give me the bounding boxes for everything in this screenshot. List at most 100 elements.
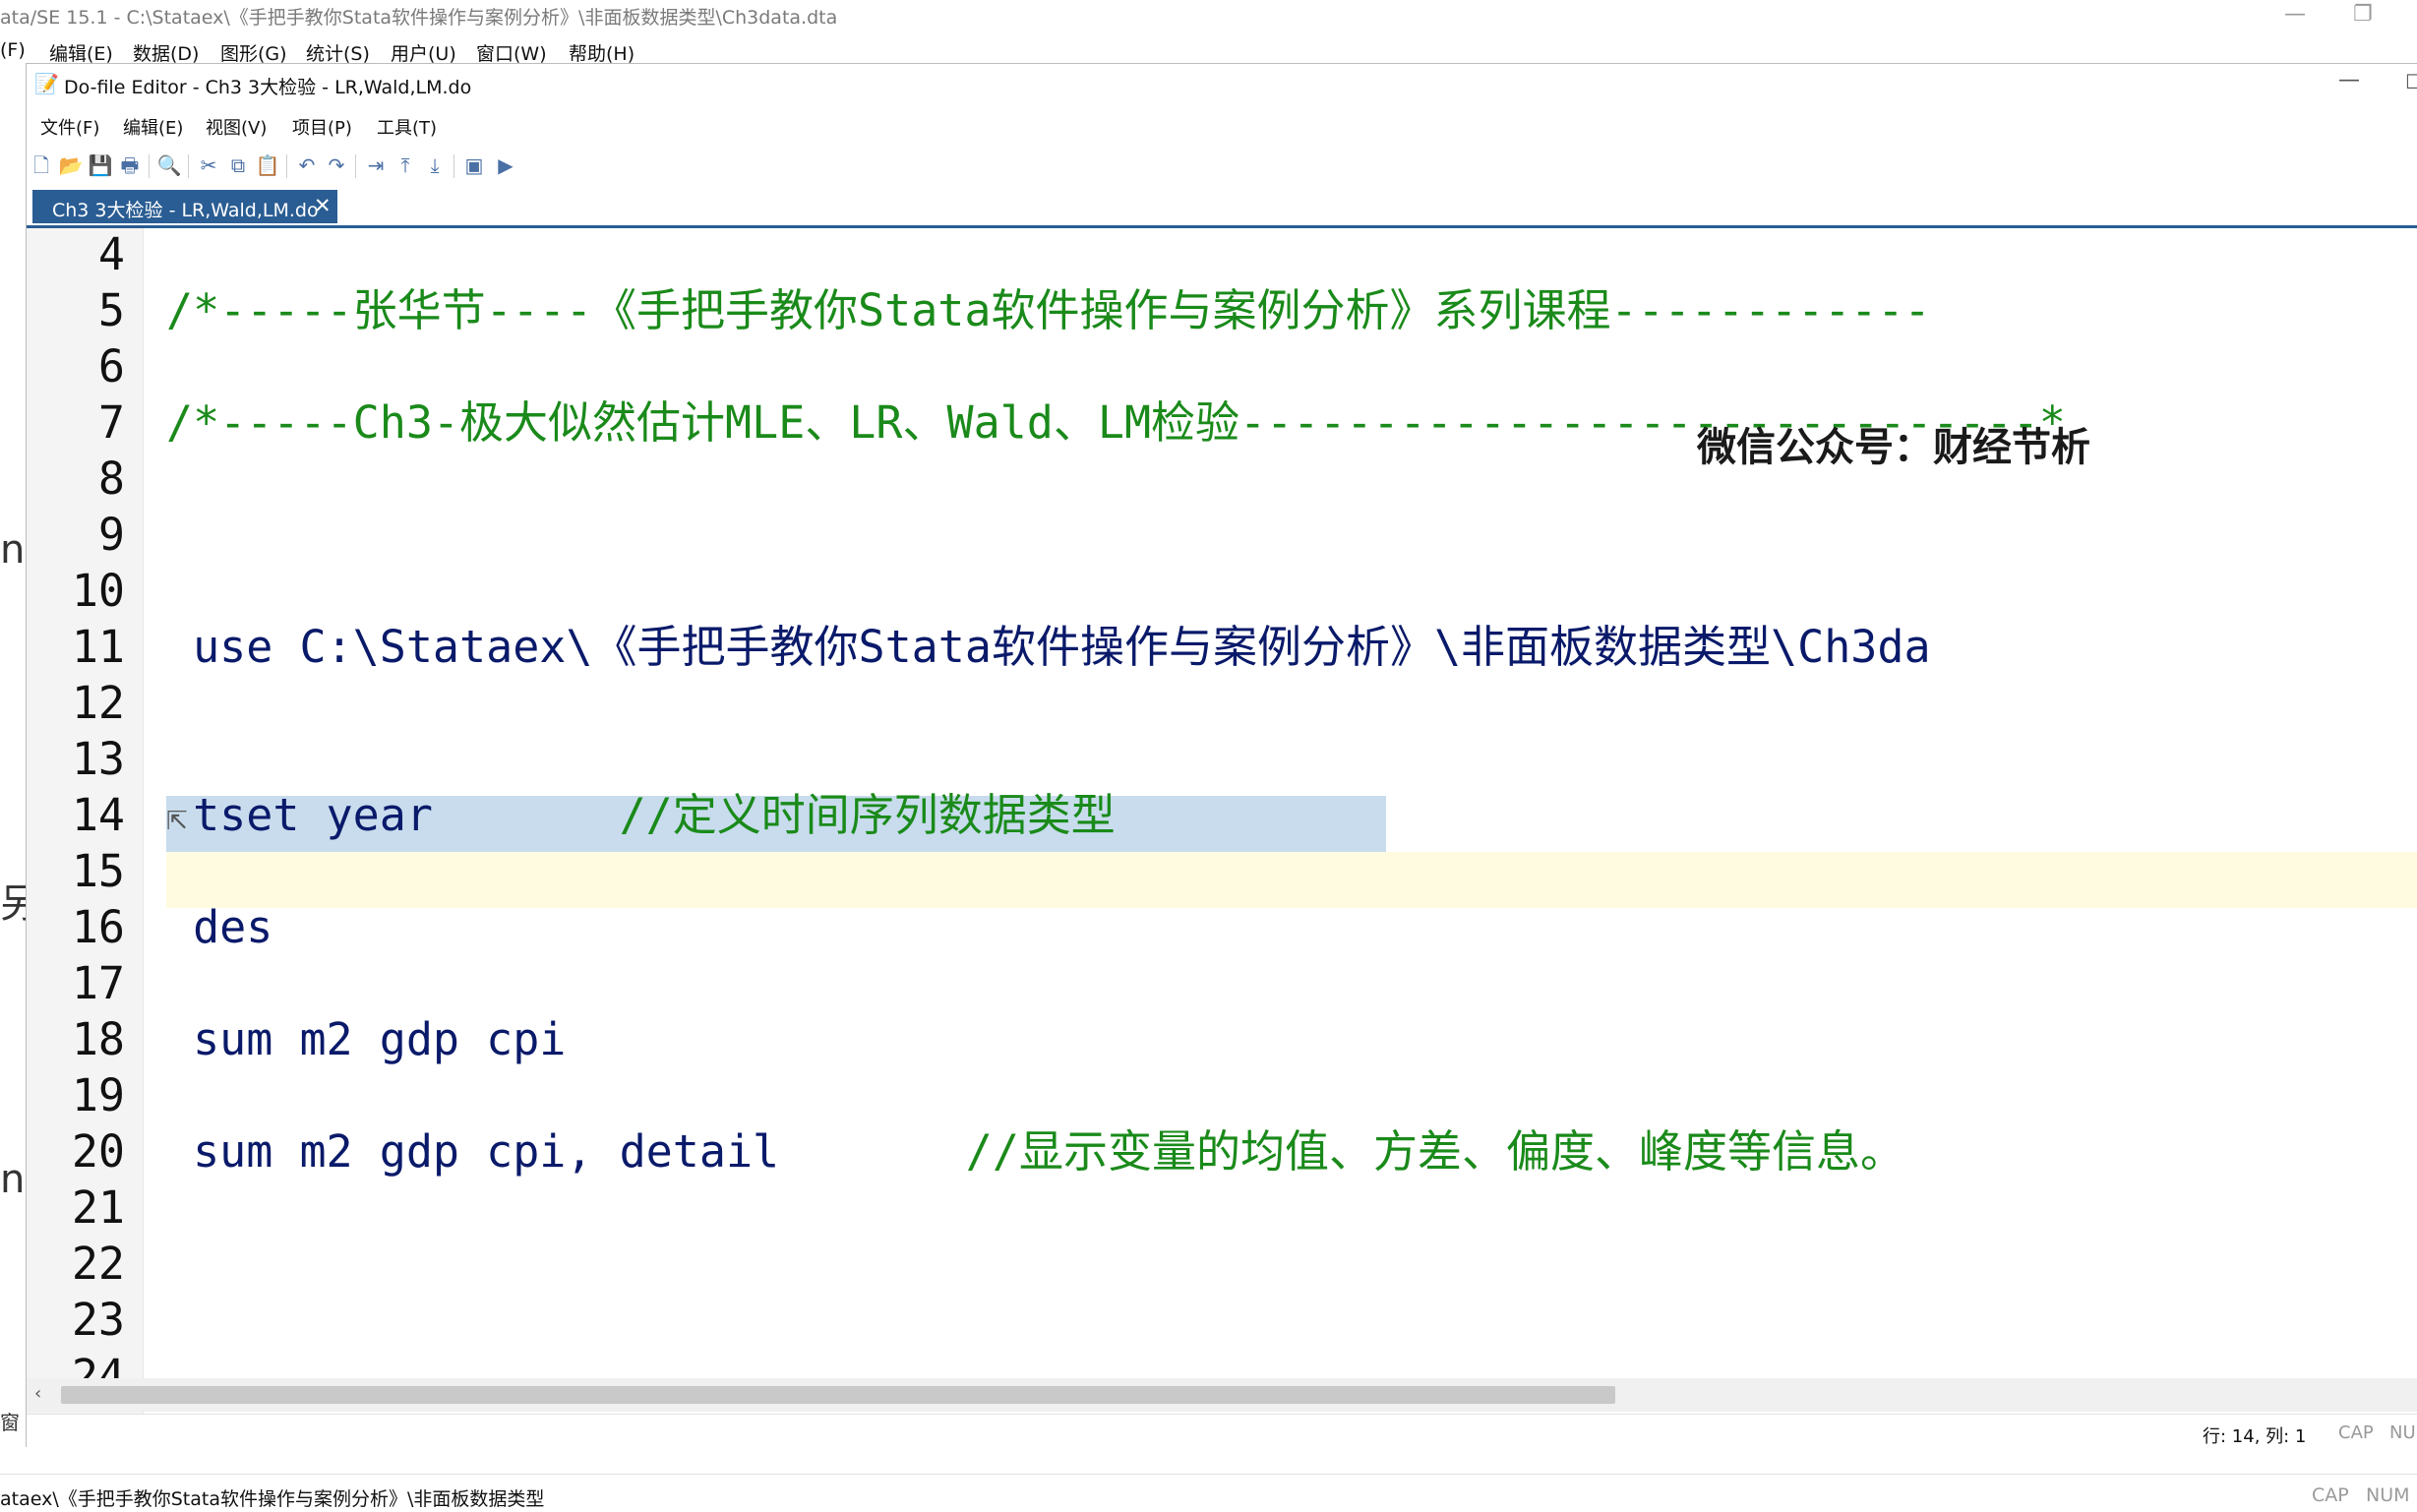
code-area[interactable]: /*-----张华节----《手把手教你Stata软件操作与案例分析》系列课程-… <box>143 228 2417 1445</box>
editor-body: 4 5 6 7 8 9 10 11 12 13 14 15 16 17 18 1… <box>27 228 2417 1445</box>
find-icon[interactable]: 🔍 <box>156 152 182 178</box>
menu-statistics[interactable]: 统计(S) <box>306 39 370 66</box>
save-icon[interactable]: 💾 <box>88 152 113 178</box>
comment-tset: //定义时间序列数据类型 <box>619 789 1116 841</box>
line-number: 12 <box>71 677 125 729</box>
code-line-sum-detail: sum m2 gdp cpi, detail //显示变量的均值、方差、偏度、峰… <box>166 1123 1904 1179</box>
move-bottom-icon[interactable]: ⤓ <box>422 152 448 178</box>
scroll-left-icon[interactable]: ‹ <box>34 1383 41 1404</box>
indent-icon[interactable]: ⇥ <box>363 152 389 178</box>
dofile-icon: 📝 <box>34 72 59 95</box>
line-number: 18 <box>71 1013 125 1065</box>
line-number: 14 <box>71 789 125 841</box>
line-number: 5 <box>97 284 125 336</box>
line-number: 22 <box>71 1238 125 1290</box>
line-number: 4 <box>97 228 125 280</box>
cursor-position: 行: 14, 列: 1 <box>2203 1426 2307 1447</box>
line-number: 16 <box>71 901 125 953</box>
move-top-icon[interactable]: ⤒ <box>393 152 418 178</box>
code-line-header-comment: /*-----张华节----《手把手教你Stata软件操作与案例分析》系列课程-… <box>166 284 1931 336</box>
paste-icon[interactable]: 📋 <box>255 152 280 178</box>
code-line-tset: tset year //定义时间序列数据类型 <box>166 787 1116 843</box>
stata-statusbar: ataex\《手把手教你Stata软件操作与案例分析》\非面板数据类型 CAP … <box>0 1474 2417 1512</box>
code-tset: tset year <box>166 789 620 841</box>
close-icon[interactable]: ✕ <box>314 194 332 217</box>
tab-strip: Ch3 3大检验 - LR,Wald,LM.do ✕ <box>27 190 2417 228</box>
editor-titlebar: 📝 Do-file Editor - Ch3 3大检验 - LR,Wald,LM… <box>27 64 2417 103</box>
dofile-editor-window: 📝 Do-file Editor - Ch3 3大检验 - LR,Wald,LM… <box>26 63 2417 1448</box>
tab-label: Ch3 3大检验 - LR,Wald,LM.do <box>52 200 319 221</box>
code-line-use: use C:\Stataex\《手把手教你Stata软件操作与案例分析》\非面板… <box>166 621 1931 673</box>
stata-restore-button[interactable]: ❐ <box>2353 2 2373 27</box>
line-number-gutter: 4 5 6 7 8 9 10 11 12 13 14 15 16 17 18 1… <box>27 228 144 1445</box>
comment-sum-detail: //显示变量的均值、方差、偏度、峰度等信息。 <box>965 1125 1904 1178</box>
menu-graphics[interactable]: 图形(G) <box>220 39 287 66</box>
open-folder-icon[interactable]: 📂 <box>58 152 84 178</box>
menu-file[interactable]: (F) <box>0 39 26 61</box>
line-number: 23 <box>71 1294 125 1346</box>
editor-menubar: 文件(F) 编辑(E) 视图(V) 项目(P) 工具(T) <box>27 109 2417 143</box>
current-line-highlight <box>166 852 2417 908</box>
editor-menu-edit[interactable]: 编辑(E) <box>123 114 183 140</box>
line-number: 11 <box>71 621 125 673</box>
stata-window-title: ata/SE 15.1 - C:\Stataex\《手把手教你Stata软件操作… <box>0 7 838 29</box>
left-fragment: n <box>0 527 26 573</box>
execute-icon[interactable]: ▶ <box>493 152 518 178</box>
line-number: 7 <box>97 396 125 449</box>
line-number: 13 <box>71 733 125 785</box>
toolbar-separator <box>188 154 189 178</box>
code-sum-detail: sum m2 gdp cpi, detail <box>166 1125 966 1178</box>
scrollbar-thumb[interactable] <box>61 1386 1615 1404</box>
new-file-icon[interactable]: 🗋 <box>29 152 54 178</box>
cut-icon[interactable]: ✂ <box>196 152 221 178</box>
editor-statusbar: 行: 14, 列: 1 CAP NU <box>27 1414 2417 1448</box>
code-line-sum: sum m2 gdp cpi <box>166 1013 567 1065</box>
editor-menu-project[interactable]: 项目(P) <box>292 114 352 140</box>
menu-window[interactable]: 窗口(W) <box>476 39 547 66</box>
code-line-des: des <box>166 901 273 953</box>
menu-user[interactable]: 用户(U) <box>391 39 456 66</box>
line-number: 15 <box>71 845 125 897</box>
watermark-wechat: 微信公众号：财经节析 <box>1697 424 2090 470</box>
menu-edit[interactable]: 编辑(E) <box>49 39 113 66</box>
tab-dofile[interactable]: Ch3 3大检验 - LR,Wald,LM.do ✕ <box>32 190 337 223</box>
line-number: 20 <box>71 1125 125 1178</box>
caps-indicator: CAP <box>2338 1422 2374 1443</box>
mouse-cursor-icon: ⇱ <box>166 807 188 836</box>
line-number: 6 <box>97 340 125 393</box>
left-fragment: 窗 <box>0 1411 20 1434</box>
editor-menu-file[interactable]: 文件(F) <box>40 114 99 140</box>
working-directory: ataex\《手把手教你Stata软件操作与案例分析》\非面板数据类型 <box>0 1488 545 1510</box>
stata-minimize-button[interactable]: — <box>2284 2 2306 27</box>
show-icon[interactable]: ▣ <box>461 152 487 178</box>
menu-help[interactable]: 帮助(H) <box>569 39 634 66</box>
copy-icon[interactable]: ⧉ <box>225 152 251 178</box>
toolbar-separator <box>286 154 287 178</box>
line-number: 10 <box>71 565 125 617</box>
undo-icon[interactable]: ↶ <box>294 152 320 178</box>
editor-menu-view[interactable]: 视图(V) <box>206 114 267 140</box>
redo-icon[interactable]: ↷ <box>324 152 349 178</box>
line-number: 19 <box>71 1069 125 1121</box>
line-number: 17 <box>71 957 125 1009</box>
toolbar-separator <box>453 154 454 178</box>
horizontal-scrollbar[interactable]: ‹ <box>27 1378 2417 1412</box>
editor-minimize-button[interactable]: — <box>2338 68 2360 92</box>
line-number: 8 <box>97 453 125 505</box>
editor-maximize-button[interactable]: ☐ <box>2405 70 2417 93</box>
left-fragment: n <box>0 1157 26 1202</box>
line-number: 9 <box>97 509 125 561</box>
print-icon[interactable]: 🖶 <box>117 152 143 178</box>
line-number: 21 <box>71 1181 125 1234</box>
stata-left-panel: n 另 n 窗 <box>0 65 39 1442</box>
editor-toolbar: 🗋 📂 💾 🖶 🔍 ✂ ⧉ 📋 ↶ ↷ ⇥ ⤒ ⤓ ▣ ▶ <box>27 147 2417 186</box>
menu-data[interactable]: 数据(D) <box>133 39 199 66</box>
toolbar-separator <box>149 154 150 178</box>
editor-title: Do-file Editor - Ch3 3大检验 - LR,Wald,LM.d… <box>64 77 472 98</box>
stata-titlebar: ata/SE 15.1 - C:\Stataex\《手把手教你Stata软件操作… <box>0 0 2417 35</box>
num-indicator: NU <box>2389 1422 2416 1443</box>
num-indicator: NUM <box>2366 1484 2410 1506</box>
toolbar-separator <box>355 154 356 178</box>
editor-menu-tools[interactable]: 工具(T) <box>377 114 437 140</box>
stata-menubar: (F) 编辑(E) 数据(D) 图形(G) 统计(S) 用户(U) 窗口(W) … <box>0 35 2417 65</box>
